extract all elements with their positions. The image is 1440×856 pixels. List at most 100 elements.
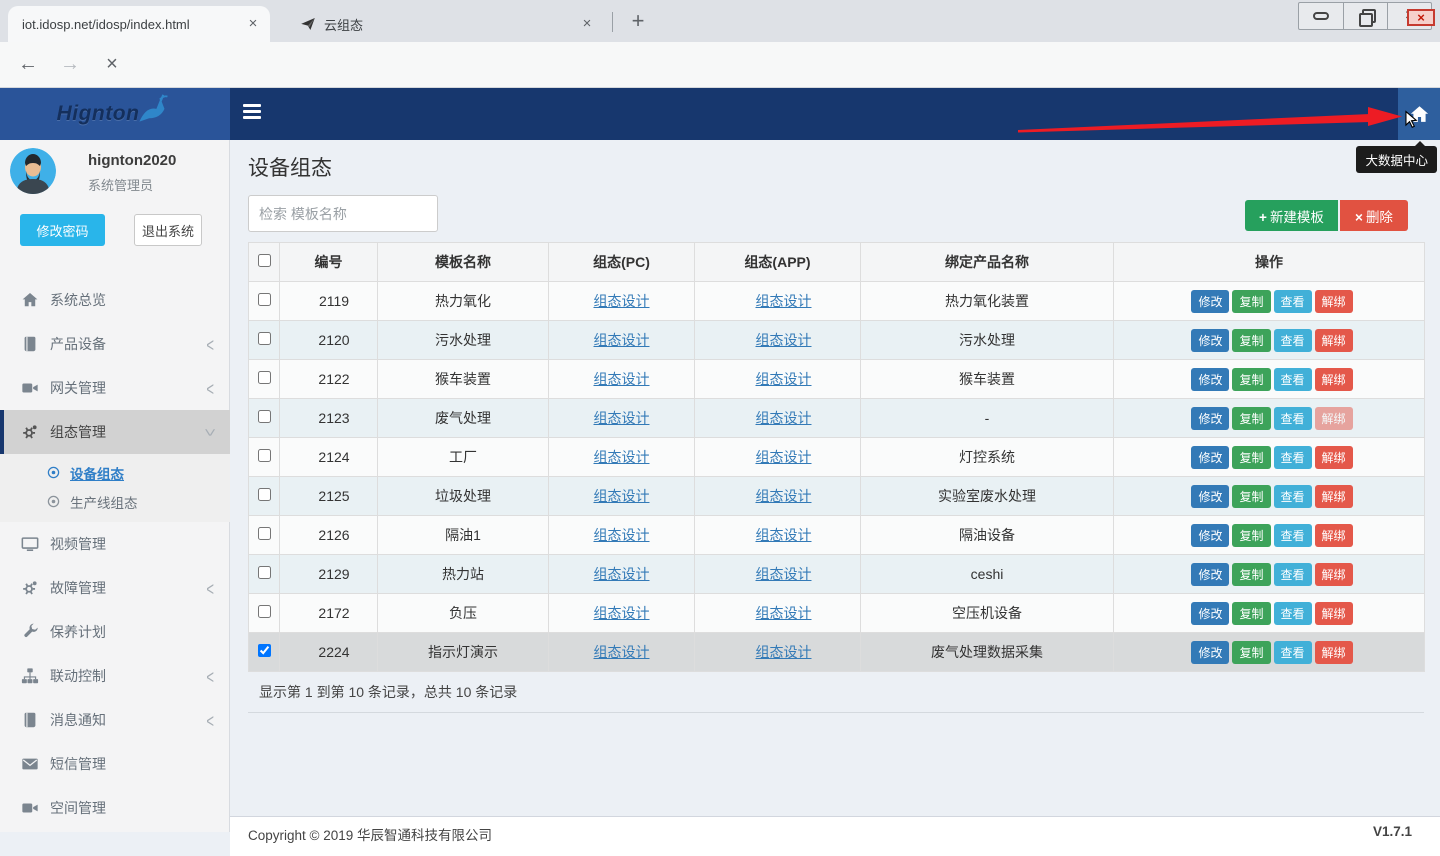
- sidebar-item-config-management[interactable]: 组态管理<: [0, 410, 230, 454]
- edit-button[interactable]: 修改: [1191, 602, 1229, 625]
- view-button[interactable]: 查看: [1274, 524, 1312, 547]
- view-button[interactable]: 查看: [1274, 602, 1312, 625]
- sidebar-subitem-device-config[interactable]: 设备组态: [0, 458, 230, 487]
- app-config-link[interactable]: 组态设计: [756, 527, 812, 543]
- pc-config-link[interactable]: 组态设计: [594, 410, 650, 426]
- row-checkbox[interactable]: [258, 527, 271, 540]
- edit-button[interactable]: 修改: [1191, 329, 1229, 352]
- edit-button[interactable]: 修改: [1191, 446, 1229, 469]
- sidebar-item-maintenance-plan[interactable]: 保养计划: [0, 610, 230, 654]
- unbind-button[interactable]: 解绑: [1315, 602, 1353, 625]
- view-button[interactable]: 查看: [1274, 641, 1312, 664]
- view-button[interactable]: 查看: [1274, 407, 1312, 430]
- pc-config-link[interactable]: 组态设计: [594, 371, 650, 387]
- row-checkbox[interactable]: [258, 293, 271, 306]
- pc-config-link[interactable]: 组态设计: [594, 488, 650, 504]
- new-tab-button[interactable]: +: [624, 8, 652, 36]
- view-button[interactable]: 查看: [1274, 290, 1312, 313]
- sidebar-item-message-notify[interactable]: 消息通知<: [0, 698, 230, 742]
- app-config-link[interactable]: 组态设计: [756, 566, 812, 582]
- copy-button[interactable]: 复制: [1232, 407, 1270, 430]
- app-config-link[interactable]: 组态设计: [756, 371, 812, 387]
- copy-button[interactable]: 复制: [1232, 485, 1270, 508]
- edit-button[interactable]: 修改: [1191, 485, 1229, 508]
- copy-button[interactable]: 复制: [1232, 524, 1270, 547]
- row-checkbox[interactable]: [258, 488, 271, 501]
- app-config-link[interactable]: 组态设计: [756, 332, 812, 348]
- app-config-link[interactable]: 组态设计: [756, 605, 812, 621]
- sidebar-item-gateway-management[interactable]: 网关管理<: [0, 366, 230, 410]
- row-checkbox[interactable]: [258, 644, 271, 657]
- copy-button[interactable]: 复制: [1232, 563, 1270, 586]
- unbind-button[interactable]: 解绑: [1315, 329, 1353, 352]
- unbind-button[interactable]: 解绑: [1315, 524, 1353, 547]
- edit-button[interactable]: 修改: [1191, 641, 1229, 664]
- app-config-link[interactable]: 组态设计: [756, 449, 812, 465]
- row-checkbox[interactable]: [258, 332, 271, 345]
- view-button[interactable]: 查看: [1274, 446, 1312, 469]
- unbind-button[interactable]: 解绑: [1315, 290, 1353, 313]
- app-config-link[interactable]: 组态设计: [756, 488, 812, 504]
- browser-tab-active[interactable]: iot.idosp.net/idosp/index.html ×: [8, 6, 270, 42]
- close-button[interactable]: × ×: [1387, 3, 1431, 29]
- sidebar-item-video-management[interactable]: 视频管理: [0, 522, 230, 566]
- copy-button[interactable]: 复制: [1232, 641, 1270, 664]
- view-button[interactable]: 查看: [1274, 485, 1312, 508]
- pc-config-link[interactable]: 组态设计: [594, 293, 650, 309]
- logout-button[interactable]: 退出系统: [134, 214, 202, 246]
- select-all-checkbox[interactable]: [258, 254, 271, 267]
- search-input[interactable]: [248, 195, 438, 232]
- edit-button[interactable]: 修改: [1191, 524, 1229, 547]
- delete-button[interactable]: ×删除: [1340, 200, 1408, 231]
- row-checkbox[interactable]: [258, 605, 271, 618]
- row-checkbox[interactable]: [258, 449, 271, 462]
- sidebar-item-fault-management[interactable]: 故障管理<: [0, 566, 230, 610]
- sidebar-toggle-button[interactable]: [243, 104, 263, 124]
- unbind-button[interactable]: 解绑: [1315, 446, 1353, 469]
- view-button[interactable]: 查看: [1274, 563, 1312, 586]
- sidebar-item-sms-management[interactable]: 短信管理: [0, 742, 230, 786]
- sidebar-item-product-device[interactable]: 产品设备<: [0, 322, 230, 366]
- pc-config-link[interactable]: 组态设计: [594, 332, 650, 348]
- new-template-button[interactable]: +新建模板: [1245, 200, 1338, 231]
- copy-button[interactable]: 复制: [1232, 446, 1270, 469]
- app-config-link[interactable]: 组态设计: [756, 644, 812, 660]
- back-button[interactable]: ←: [14, 51, 42, 79]
- view-button[interactable]: 查看: [1274, 368, 1312, 391]
- edit-button[interactable]: 修改: [1191, 368, 1229, 391]
- copy-button[interactable]: 复制: [1232, 368, 1270, 391]
- view-button[interactable]: 查看: [1274, 329, 1312, 352]
- pc-config-link[interactable]: 组态设计: [594, 644, 650, 660]
- row-checkbox[interactable]: [258, 371, 271, 384]
- edit-button[interactable]: 修改: [1191, 407, 1229, 430]
- copy-button[interactable]: 复制: [1232, 329, 1270, 352]
- pc-config-link[interactable]: 组态设计: [594, 449, 650, 465]
- browser-tab-inactive[interactable]: 云组态 ×: [286, 6, 604, 42]
- unbind-button[interactable]: 解绑: [1315, 641, 1353, 664]
- tab-close-icon[interactable]: ×: [244, 15, 262, 33]
- change-password-button[interactable]: 修改密码: [20, 214, 105, 246]
- app-config-link[interactable]: 组态设计: [756, 293, 812, 309]
- sidebar-subitem-production-line-config[interactable]: 生产线组态: [0, 487, 230, 516]
- pc-config-link[interactable]: 组态设计: [594, 527, 650, 543]
- row-checkbox[interactable]: [258, 410, 271, 423]
- minimize-button[interactable]: [1299, 3, 1343, 29]
- edit-button[interactable]: 修改: [1191, 563, 1229, 586]
- copy-button[interactable]: 复制: [1232, 290, 1270, 313]
- edit-button[interactable]: 修改: [1191, 290, 1229, 313]
- unbind-button[interactable]: 解绑: [1315, 563, 1353, 586]
- unbind-button[interactable]: 解绑: [1315, 485, 1353, 508]
- row-checkbox[interactable]: [258, 566, 271, 579]
- sidebar-item-space-management[interactable]: 空间管理: [0, 786, 230, 830]
- restore-button[interactable]: [1343, 3, 1387, 29]
- sidebar-item-system-overview[interactable]: 系统总览: [0, 278, 230, 322]
- forward-button[interactable]: →: [56, 51, 84, 79]
- pc-config-link[interactable]: 组态设计: [594, 605, 650, 621]
- unbind-button[interactable]: 解绑: [1315, 368, 1353, 391]
- pc-config-link[interactable]: 组态设计: [594, 566, 650, 582]
- app-config-link[interactable]: 组态设计: [756, 410, 812, 426]
- stop-reload-button[interactable]: ×: [98, 51, 126, 79]
- sidebar-item-linkage-control[interactable]: 联动控制<: [0, 654, 230, 698]
- tab-close-icon[interactable]: ×: [578, 15, 596, 33]
- unbind-button[interactable]: 解绑: [1315, 407, 1353, 430]
